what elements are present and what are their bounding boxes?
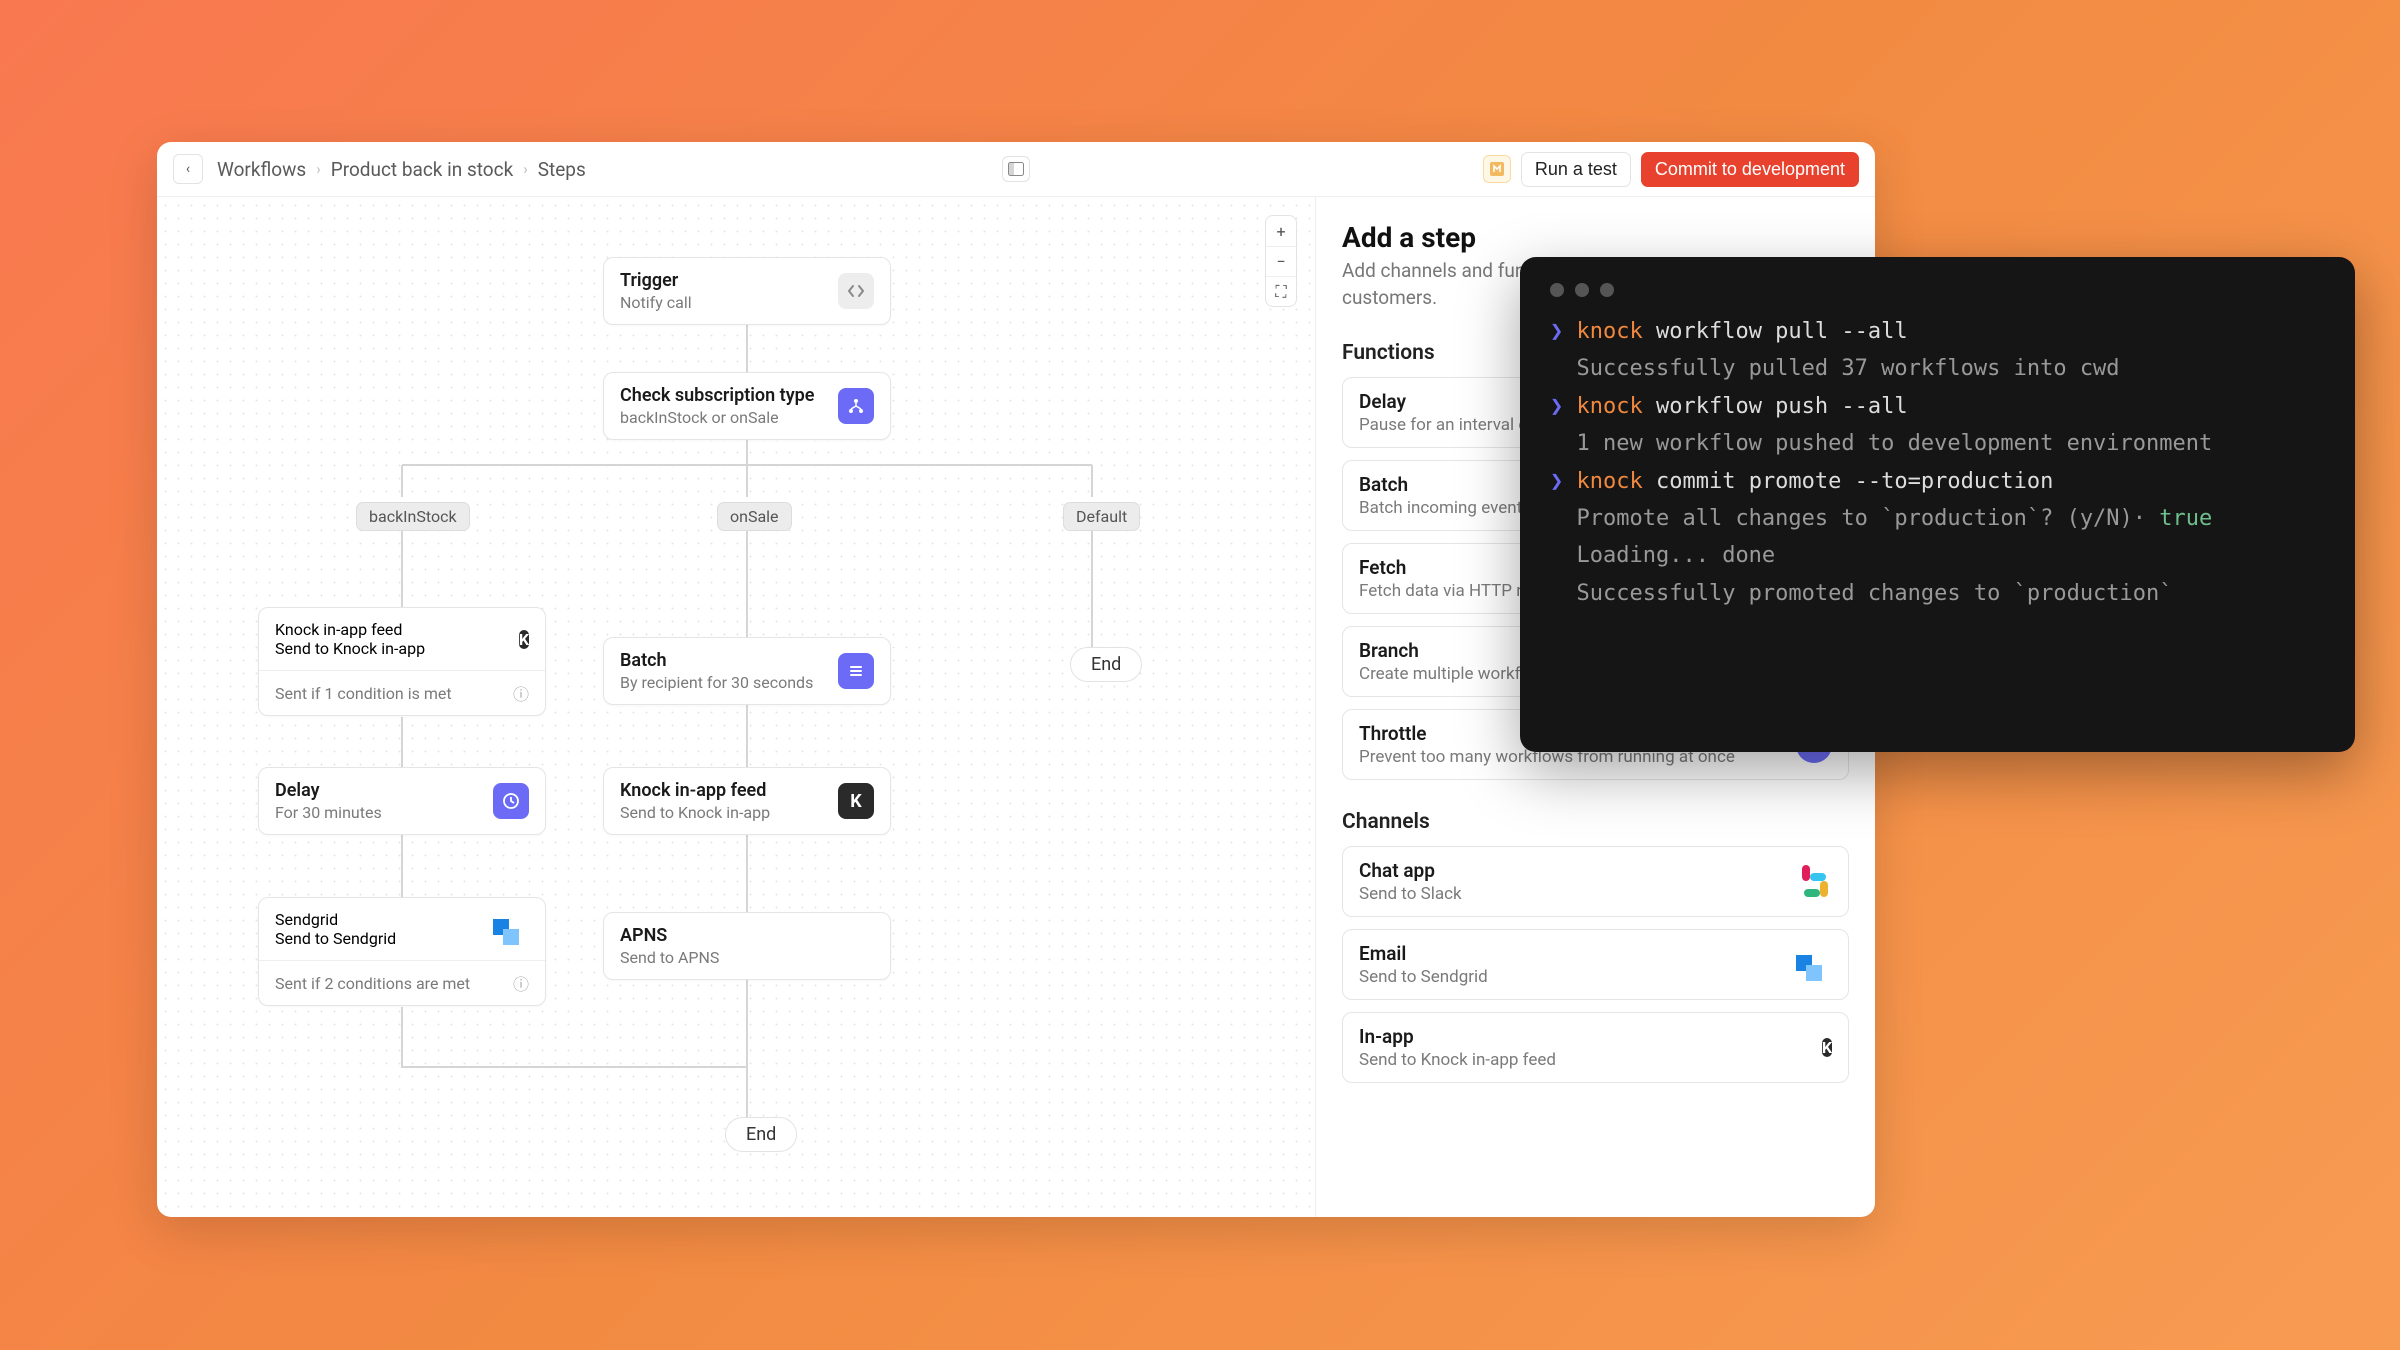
node-title: APNS: [620, 925, 838, 946]
workflow-canvas[interactable]: + − ⛶ Trigger Notify call Check subscrip…: [157, 197, 1315, 1217]
node-subtitle: Send to Sendgrid: [275, 929, 493, 948]
run-test-button[interactable]: Run a test: [1521, 152, 1631, 187]
breadcrumb: Workflows › Product back in stock › Step…: [217, 158, 586, 181]
node-check-subscription[interactable]: Check subscription type backInStock or o…: [603, 372, 891, 440]
branch-tag[interactable]: Default: [1063, 502, 1140, 531]
minus-icon: −: [1276, 252, 1285, 271]
node-condition: Sent if 1 condition is met ⓘ: [259, 670, 545, 715]
sendgrid-icon: [493, 911, 529, 947]
node-trigger[interactable]: Trigger Notify call: [603, 257, 891, 325]
sidebar-title: Add a step: [1342, 221, 1849, 254]
node-title: Check subscription type: [620, 385, 838, 406]
panel-toggle-button[interactable]: [1002, 156, 1030, 182]
breadcrumb-item[interactable]: Steps: [538, 158, 586, 181]
expand-icon: ⛶: [1275, 282, 1286, 302]
sendgrid-icon: [1796, 947, 1832, 983]
commit-button[interactable]: Commit to development: [1641, 152, 1859, 187]
clock-icon: [493, 783, 529, 819]
node-subtitle: backInStock or onSale: [620, 408, 838, 427]
info-icon[interactable]: ⓘ: [513, 971, 529, 995]
node-subtitle: For 30 minutes: [275, 803, 493, 822]
node-title: Trigger: [620, 270, 838, 291]
zoom-in-button[interactable]: +: [1266, 216, 1296, 246]
zoom-out-button[interactable]: −: [1266, 246, 1296, 276]
node-subtitle: Send to APNS: [620, 948, 838, 967]
terminal-body: ❯ knock workflow pull --all Successfully…: [1550, 313, 2325, 612]
option-chat-app[interactable]: Chat appSend to Slack: [1342, 846, 1849, 917]
breadcrumb-item[interactable]: Product back in stock: [331, 158, 514, 181]
knock-icon: K: [1822, 1038, 1832, 1057]
node-apns[interactable]: APNS Send to APNS: [603, 912, 891, 980]
chevron-left-icon: ‹: [186, 161, 190, 177]
node-title: Sendgrid: [275, 910, 493, 929]
branch-tag[interactable]: backInStock: [356, 502, 470, 531]
node-subtitle: Send to Knock in-app: [275, 639, 519, 658]
node-subtitle: Send to Knock in-app: [620, 803, 838, 822]
node-subtitle: Notify call: [620, 293, 838, 312]
code-icon: [838, 273, 874, 309]
status-badge[interactable]: [1483, 155, 1511, 183]
terminal-window: ❯ knock workflow pull --all Successfully…: [1520, 257, 2355, 752]
node-sendgrid[interactable]: Sendgrid Send to Sendgrid Sent if 2 cond…: [258, 897, 546, 1006]
window-traffic-lights: [1550, 283, 2325, 297]
node-condition: Sent if 2 conditions are met ⓘ: [259, 960, 545, 1005]
dev-badge-icon: [1489, 161, 1505, 177]
node-knock-feed[interactable]: Knock in-app feed Send to Knock in-app K: [603, 767, 891, 835]
option-in-app[interactable]: In-appSend to Knock in-app feed K: [1342, 1012, 1849, 1083]
node-end[interactable]: End: [1070, 647, 1142, 682]
node-title: Knock in-app feed: [275, 620, 519, 639]
node-subtitle: By recipient for 30 seconds: [620, 673, 838, 692]
node-delay[interactable]: Delay For 30 minutes: [258, 767, 546, 835]
node-end[interactable]: End: [725, 1117, 797, 1152]
breadcrumb-item[interactable]: Workflows: [217, 158, 306, 181]
apple-icon: [838, 928, 874, 964]
fit-screen-button[interactable]: ⛶: [1266, 276, 1296, 306]
node-title: Knock in-app feed: [620, 780, 838, 801]
node-knock-feed[interactable]: Knock in-app feed Send to Knock in-app K…: [258, 607, 546, 716]
list-icon: [838, 653, 874, 689]
node-batch[interactable]: Batch By recipient for 30 seconds: [603, 637, 891, 705]
slack-icon: [1798, 865, 1832, 899]
knock-icon: K: [838, 783, 874, 819]
section-title-channels: Channels: [1342, 810, 1849, 834]
info-icon[interactable]: ⓘ: [513, 681, 529, 705]
branch-tag[interactable]: onSale: [717, 502, 792, 531]
header: ‹ Workflows › Product back in stock › St…: [157, 142, 1875, 197]
plus-icon: +: [1276, 222, 1285, 241]
knock-icon: K: [519, 630, 529, 649]
back-button[interactable]: ‹: [173, 154, 203, 184]
node-title: Batch: [620, 650, 838, 671]
branch-icon: [838, 388, 874, 424]
option-email[interactable]: EmailSend to Sendgrid: [1342, 929, 1849, 1000]
chevron-right-icon: ›: [523, 160, 528, 178]
zoom-controls: + − ⛶: [1265, 215, 1297, 307]
chevron-right-icon: ›: [316, 160, 321, 178]
node-title: Delay: [275, 780, 493, 801]
sidebar-icon: [1008, 162, 1024, 176]
